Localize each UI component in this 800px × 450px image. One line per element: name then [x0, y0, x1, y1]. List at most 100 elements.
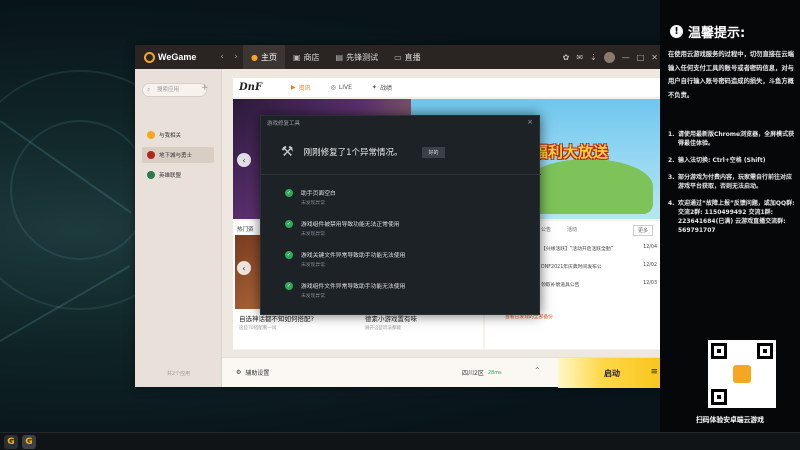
- server-selector[interactable]: 四川2区 28ms: [462, 368, 502, 378]
- notice-title-text: 温馨提示:: [688, 26, 746, 41]
- tab-label: 资讯: [298, 85, 311, 92]
- hot-news-title: 热门资: [237, 227, 254, 233]
- dnf-game-icon: [147, 151, 155, 159]
- tab-live[interactable]: ▭ 直播: [386, 45, 429, 69]
- taskbar: G G: [0, 432, 800, 450]
- qr-logo: [733, 365, 751, 383]
- menu-icon[interactable]: ≡: [650, 367, 658, 377]
- list-number: 3.: [668, 174, 675, 181]
- hot-card-sub: 这些70搭配看一试: [239, 326, 277, 331]
- news-row[interactable]: 【兴缘活跃】“活动开启活跃全勤” 12/04: [541, 245, 657, 252]
- qr-finder: [711, 389, 727, 405]
- qr-code[interactable]: [708, 340, 776, 408]
- notice-title: ! 温馨提示:: [670, 22, 745, 41]
- banner-title: 福利大放送: [533, 143, 609, 161]
- repair-title: 游戏修复工具: [267, 121, 301, 127]
- close-icon[interactable]: ×: [527, 118, 533, 126]
- repair-item-status: 未发现异常: [301, 263, 325, 268]
- related-icon: [147, 131, 155, 139]
- game-header: DnF ▶ 资讯 ◎ LIVE ✦ 战绩: [233, 78, 661, 98]
- check-icon: ✓: [285, 189, 293, 197]
- play-icon: ▶: [291, 84, 296, 91]
- check-icon: ✓: [285, 220, 293, 228]
- wegame-logo[interactable]: WeGame: [135, 51, 215, 63]
- tab-label: 商店: [303, 52, 320, 62]
- test-icon: ▤: [335, 52, 344, 62]
- taskbar-app-icon[interactable]: G: [22, 434, 36, 449]
- tab-announcement[interactable]: 公告: [541, 226, 551, 233]
- lol-game-icon: [147, 171, 155, 179]
- sidebar-item-label: 地下城与勇士: [159, 153, 193, 159]
- minimize-icon[interactable]: —: [622, 53, 630, 62]
- store-icon: ▣: [292, 52, 301, 62]
- news-text: DNF2021年庆典时间发布公: [541, 265, 602, 270]
- list-number: 4.: [668, 200, 675, 207]
- ok-button[interactable]: 好的: [422, 146, 445, 158]
- avatar[interactable]: [603, 51, 615, 63]
- forward-arrow-icon[interactable]: ›: [229, 52, 243, 62]
- launch-bar: ⚙ 辅助设置 四川2区 28ms ⌃ 启动 ≡: [222, 357, 666, 388]
- tab-label: 主页: [260, 52, 277, 62]
- gift-icon[interactable]: ✿: [563, 53, 570, 62]
- repair-item-title: 游戏组件文件异常导致助手功能无法使用: [301, 284, 406, 290]
- aux-settings-button[interactable]: ⚙ 辅助设置: [222, 368, 269, 377]
- repair-item: ✓ 游戏组件被禁用导致功能无法正常使用 未发现异常: [285, 219, 400, 237]
- tab-live-stream[interactable]: ◎ LIVE: [321, 78, 362, 98]
- sidebar-item-label: 英雄联盟: [159, 173, 182, 179]
- server-name: 四川2区: [462, 370, 484, 377]
- repair-item: ✓ 助手页面空白 未发现异常: [285, 188, 336, 206]
- notice-body: 在使用云游戏服务的过程中，切勿直接在云端输入任何支付工具的账号或者密码信息，对与…: [668, 51, 794, 99]
- tab-store[interactable]: ▣ 商店: [285, 45, 328, 69]
- server-latency: 28ms: [487, 369, 502, 376]
- gear-icon: ⚙: [236, 369, 242, 376]
- notice-list: 1. 请使用最新版Chrome浏览器，全屏模式获得最佳体验。 2. 输入法切换:…: [668, 130, 796, 243]
- home-icon: ●: [251, 52, 258, 62]
- repair-item-title: 游戏组件被禁用导致功能无法正常使用: [301, 222, 400, 228]
- message-icon[interactable]: ✉: [576, 53, 583, 62]
- tab-home[interactable]: ● 主页: [243, 45, 285, 69]
- launch-label: 启动: [604, 368, 620, 378]
- sidebar-item-lol[interactable]: 英雄联盟: [142, 167, 214, 183]
- repair-item-status: 未发现异常: [301, 232, 325, 237]
- hot-news-card[interactable]: 德素小游戏置有味 展开这些玩法都能: [359, 311, 481, 347]
- maximize-icon[interactable]: □: [637, 53, 645, 62]
- news-date: 12/04: [643, 245, 657, 250]
- repair-message: 刚刚修复了1个异常情况。: [303, 148, 403, 158]
- repair-header: ⚒ 刚刚修复了1个异常情况。 好的: [281, 144, 445, 160]
- qr-finder: [711, 343, 727, 359]
- hot-prev-button[interactable]: ‹: [237, 261, 251, 275]
- game-logo: DnF: [239, 82, 263, 93]
- news-row[interactable]: DNF2021年庆典时间发布公 12/02: [541, 263, 657, 270]
- repair-dialog: 游戏修复工具 × ⚒ 刚刚修复了1个异常情况。 好的 ✓ 助手页面空白 未发现异…: [260, 115, 541, 315]
- tab-news[interactable]: ▶ 资讯: [281, 78, 321, 98]
- titlebar-right-controls: ✿ ✉ ⇣ — □ ✕: [563, 51, 666, 63]
- tab-pioneer-test[interactable]: ▤ 先锋测试: [328, 45, 387, 69]
- news-text: 领取补偿道具公告: [541, 283, 580, 288]
- wegame-brand: WeGame: [158, 52, 197, 62]
- chevron-up-icon[interactable]: ⌃: [534, 366, 541, 375]
- qr-finder: [757, 343, 773, 359]
- tab-events[interactable]: 活动: [567, 226, 577, 233]
- download-icon[interactable]: ⇣: [590, 53, 597, 62]
- tab-label: 先锋测试: [346, 52, 379, 62]
- taskbar-app-icon[interactable]: G: [4, 434, 18, 449]
- sidebar-item-related[interactable]: 与我相关: [142, 127, 214, 143]
- banner-prev-button[interactable]: ‹: [237, 153, 251, 167]
- news-text: 【兴缘活跃】“活动开启活跃全勤”: [541, 247, 614, 252]
- news-row[interactable]: 领取补偿道具公告 12/03: [541, 281, 657, 288]
- repair-item-title: 游戏关键文件异常导致助手功能无法使用: [301, 253, 406, 259]
- sidebar-item-dnf[interactable]: 地下城与勇士: [142, 147, 214, 163]
- repair-item-status: 未发现异常: [301, 201, 325, 206]
- close-icon[interactable]: ✕: [651, 53, 658, 62]
- repair-item-title: 助手页面空白: [301, 191, 336, 197]
- more-button[interactable]: 更多: [632, 225, 653, 236]
- add-app-icon[interactable]: +: [201, 83, 209, 93]
- notice-list-item: 4. 欢迎通过“故障上报”反馈问题，或加QQ群: 交流2群: 115049949…: [668, 199, 796, 235]
- tab-label: 战绩: [379, 85, 392, 92]
- back-arrow-icon[interactable]: ‹: [215, 52, 229, 62]
- tab-record[interactable]: ✦ 战绩: [362, 78, 402, 98]
- search-input[interactable]: ⌕ 搜索应用: [142, 83, 207, 97]
- notice-list-text: 输入法切换: Ctrl+空格 (Shift): [678, 157, 766, 164]
- hot-news-card[interactable]: 自选神话都不知如何搭配? 这些70搭配看一试: [233, 311, 355, 347]
- live-icon: ▭: [394, 52, 402, 62]
